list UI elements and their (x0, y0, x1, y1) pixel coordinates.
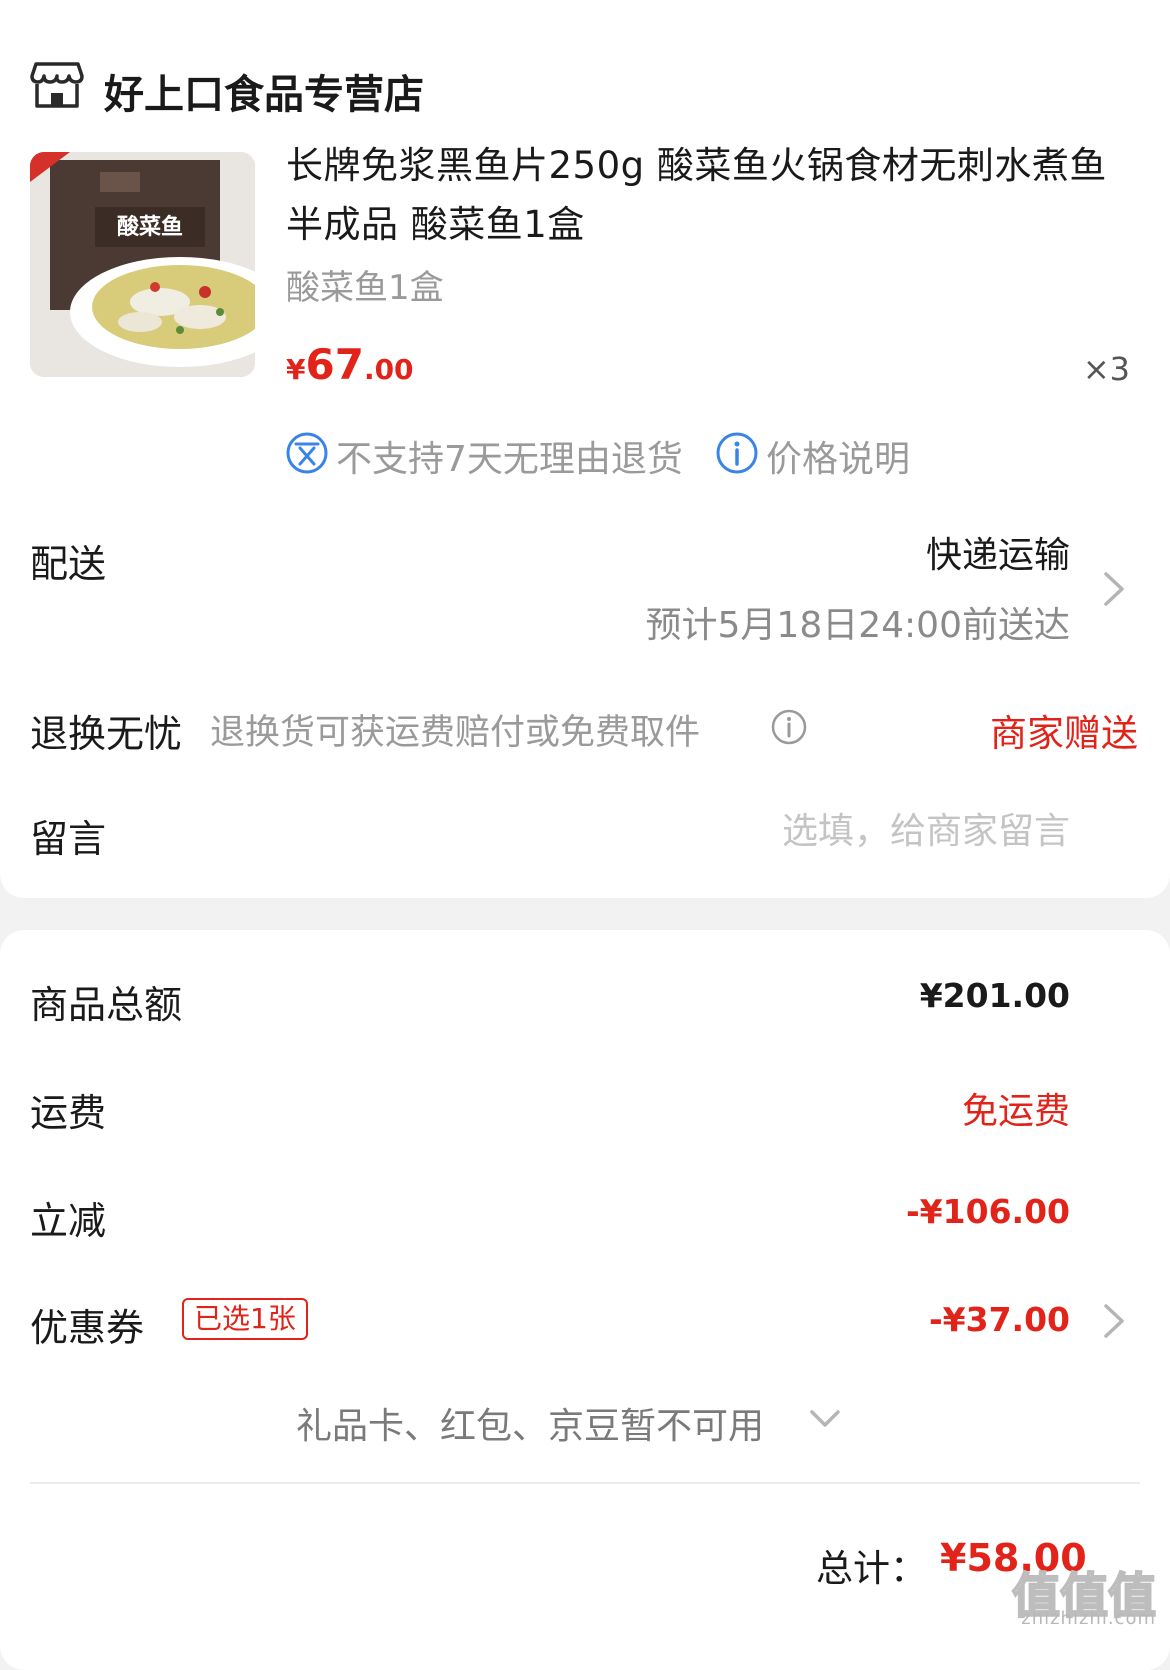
svg-text:酸菜鱼: 酸菜鱼 (117, 214, 183, 240)
product-price: ¥67.00 (286, 340, 414, 389)
no-return-tag[interactable]: 不支持7天无理由退货 (336, 430, 683, 482)
price-note-link[interactable]: 价格说明 (766, 430, 910, 482)
chevron-right-icon[interactable] (1102, 1302, 1126, 1340)
coupon-value[interactable]: -¥37.00 (929, 1300, 1070, 1339)
store-icon (30, 62, 84, 108)
watermark-text: zhizhizhi.com (1021, 1608, 1156, 1629)
return-guarantee-label: 退换无忧 (30, 712, 183, 756)
unavailable-payments-toggle[interactable]: 礼品卡、红包、京豆暂不可用 (296, 1397, 764, 1449)
product-photo: 酸菜鱼 (30, 152, 255, 377)
message-label: 留言 (30, 817, 107, 861)
product-title[interactable]: 长牌免浆黑鱼片250g 酸菜鱼火锅食材无刺水煮鱼半成品 酸菜鱼1盒 (286, 136, 1126, 254)
price-currency: ¥ (286, 353, 306, 386)
coupon-label[interactable]: 优惠券 (30, 1297, 144, 1352)
subtotal-value: ¥201.00 (919, 976, 1070, 1015)
no-return-icon (286, 432, 328, 474)
product-spec: 酸菜鱼1盒 (286, 268, 444, 308)
message-input[interactable] (510, 806, 1070, 856)
product-image[interactable]: 酸菜鱼 (30, 152, 255, 377)
discount-label: 立减 (30, 1199, 107, 1243)
store-name[interactable]: 好上口食品专营店 (104, 62, 424, 120)
chevron-down-icon[interactable] (808, 1408, 842, 1430)
shipping-label: 运费 (30, 1091, 107, 1135)
price-integer: 67 (305, 340, 364, 389)
delivery-eta[interactable]: 预计5月18日24:00前送达 (646, 596, 1070, 648)
return-gift-badge: 商家赠送 (990, 712, 1138, 755)
return-guarantee-description: 退换货可获运费赔付或免费取件 (210, 713, 701, 753)
chevron-right-icon[interactable] (1102, 570, 1126, 608)
subtotal-label: 商品总额 (30, 983, 183, 1027)
info-icon[interactable] (770, 708, 808, 746)
divider (30, 1482, 1140, 1484)
product-quantity: ×3 (1082, 350, 1130, 388)
shipping-value: 免运费 (961, 1091, 1070, 1132)
discount-value: -¥106.00 (905, 1192, 1070, 1231)
delivery-method[interactable]: 快递运输 (926, 526, 1070, 578)
coupon-selected-badge[interactable]: 已选1张 (182, 1298, 308, 1340)
info-icon (716, 432, 758, 474)
price-decimal: .00 (363, 353, 414, 386)
delivery-label: 配送 (30, 542, 107, 586)
total-label: 总计： (816, 1547, 927, 1590)
